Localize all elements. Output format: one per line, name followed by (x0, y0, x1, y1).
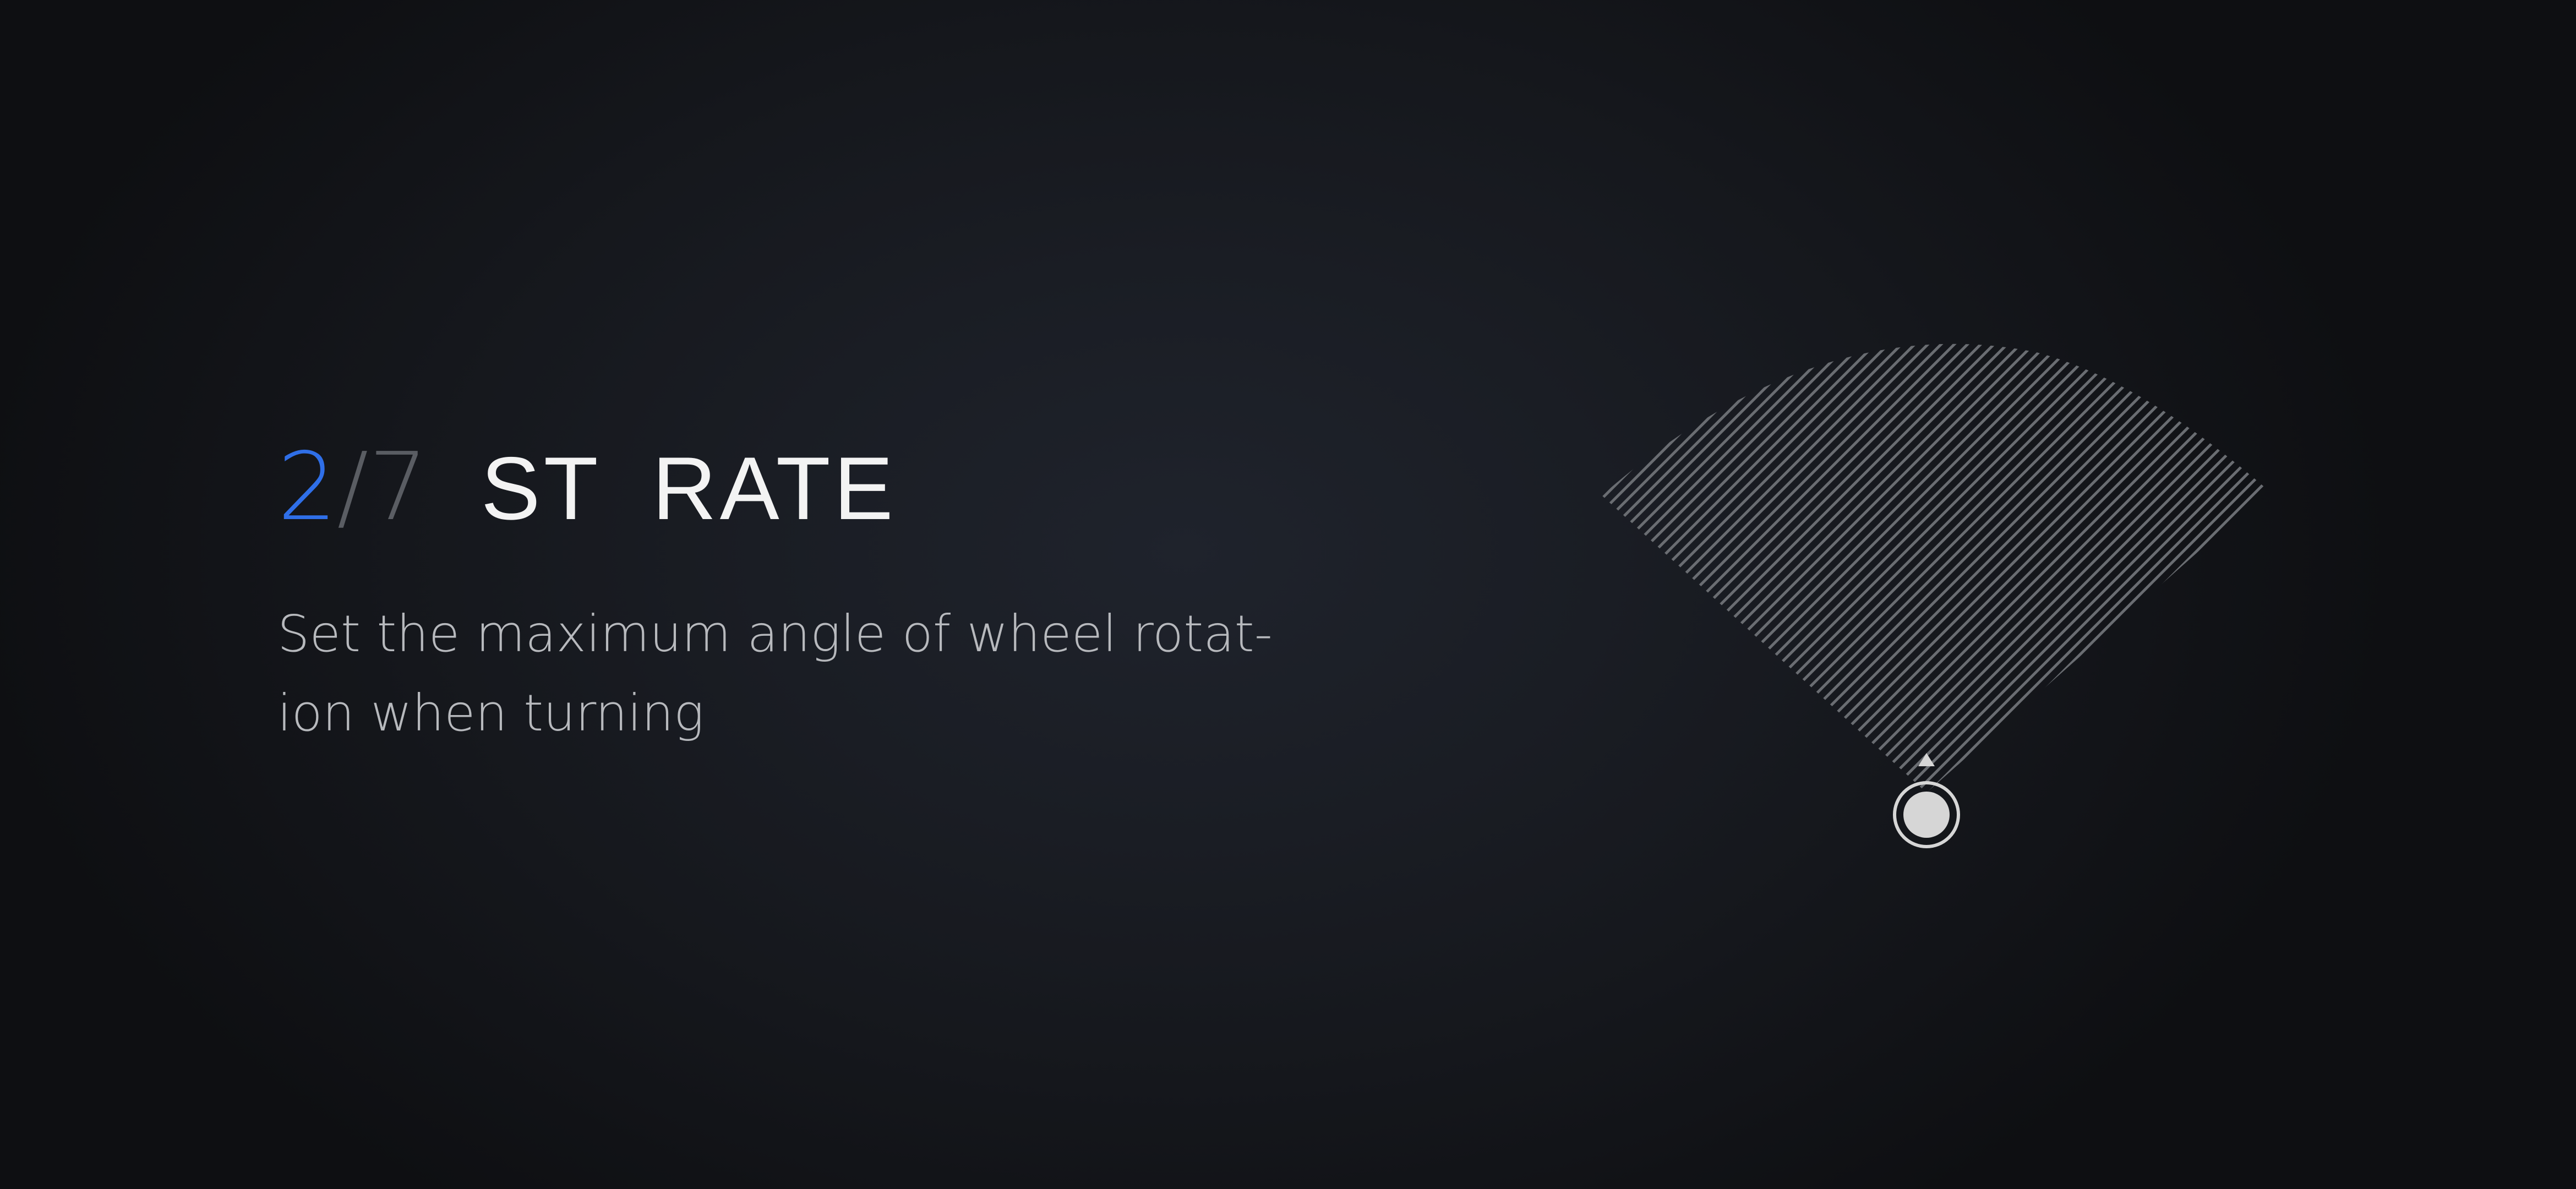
steering-angle-graphic (1585, 330, 2290, 881)
hatch-line (1585, 330, 1601, 881)
hatch-line (1602, 343, 1721, 793)
hatch-line (1602, 343, 1641, 793)
steering-rate-screen: 2 / 7 ST RATE Set the maximum angle of w… (0, 0, 2576, 1189)
hatch-line (1602, 343, 1826, 793)
hatch-line (1602, 343, 1628, 793)
hatch-line (1602, 343, 2077, 793)
hatch-line (1602, 343, 1615, 793)
hatch-line (1602, 343, 1707, 793)
page-title: ST RATE (481, 439, 897, 538)
hatch-line (1602, 343, 1813, 793)
hatch-line (1585, 330, 1587, 881)
circle-knob-icon[interactable] (1893, 781, 1960, 848)
step-header: 2 / 7 ST RATE (277, 440, 897, 545)
hatch-line (1613, 343, 2268, 793)
description: Set the maximum angle of wheel rotat- io… (277, 594, 1273, 753)
hatch-line (1996, 343, 2268, 793)
hatch-line (1602, 343, 2130, 793)
hatch-line (1602, 343, 1694, 793)
step-total: 7 (368, 433, 428, 542)
steering-sector (1585, 330, 2268, 881)
hatch-line (1602, 343, 1668, 793)
hatch-line (1602, 343, 1681, 793)
hatch-line (1602, 343, 2183, 793)
description-line-2: ion when turning (277, 684, 705, 743)
hatch-line (1602, 343, 1734, 793)
step-current: 2 (277, 433, 337, 542)
hatch-line (1602, 343, 1866, 793)
hatch-line (1602, 343, 1655, 793)
step-separator: / (337, 433, 369, 542)
hatch-line (1602, 343, 1919, 793)
hatch-line (1602, 343, 1747, 793)
description-line-1: Set the maximum angle of wheel rotat- (277, 604, 1273, 663)
